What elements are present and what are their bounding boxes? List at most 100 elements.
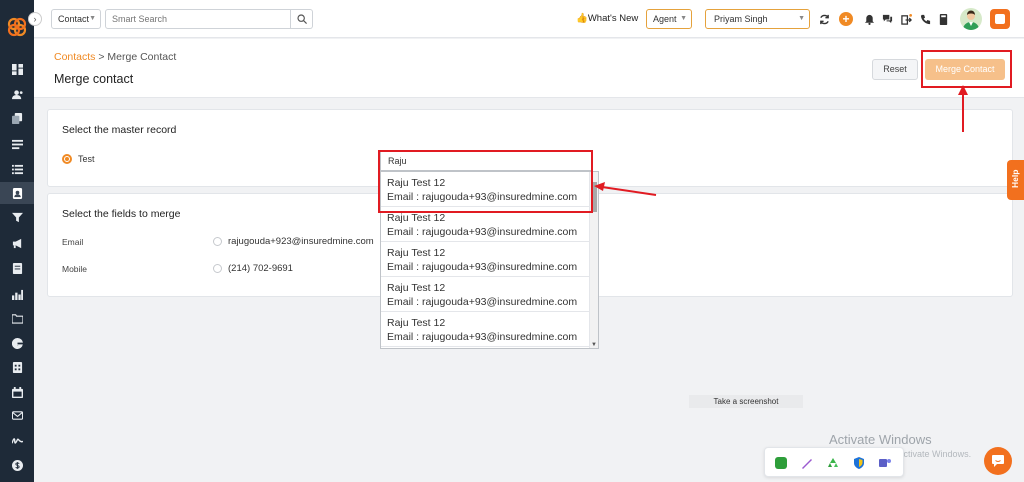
chevron-down-icon: ▼: [680, 15, 687, 22]
exit-icon: [900, 13, 912, 25]
chevron-right-icon: ›: [33, 14, 37, 24]
annotation-arrow-left: [594, 182, 657, 196]
field-radio-mobile[interactable]: [213, 264, 222, 273]
support-chat-button[interactable]: [984, 447, 1012, 475]
sidebar-item-spreadsheet[interactable]: [0, 356, 34, 378]
breadcrumb: Contacts > Merge Contact: [54, 51, 176, 63]
smart-search-input[interactable]: [105, 9, 291, 29]
user-select[interactable]: Priyam Singh ▼: [705, 9, 810, 29]
field-radio-email[interactable]: [213, 237, 222, 246]
user-avatar[interactable]: [960, 8, 982, 30]
sidebar-item-list[interactable]: [0, 133, 34, 155]
chat-bubble-icon: [992, 455, 1004, 467]
list-item-email: Email : rajugouda+93@insuredmine.com: [387, 331, 578, 343]
brand-app-icon[interactable]: [990, 9, 1010, 29]
chart-icon: [11, 289, 23, 300]
sidebar-item-folders[interactable]: [0, 307, 34, 329]
chat-icon: [882, 14, 892, 23]
field-label-email: Email: [62, 237, 84, 247]
role-select[interactable]: Agent ▼: [646, 9, 692, 29]
help-tab[interactable]: Help: [1007, 160, 1024, 200]
contact-card-icon: [12, 187, 22, 199]
sidebar-item-campaigns[interactable]: [0, 232, 34, 254]
sidebar-item-google[interactable]: [0, 332, 34, 354]
list-item[interactable]: Raju Test 12 Email : rajugouda+93@insure…: [381, 277, 590, 312]
sidebar-item-copy[interactable]: [0, 107, 34, 129]
reset-button[interactable]: Reset: [872, 59, 918, 80]
recycle-icon[interactable]: [827, 457, 839, 469]
thumbs-up-icon: 👍: [576, 13, 588, 24]
sidebar-item-mail[interactable]: [0, 404, 34, 426]
list-item-name: Raju Test 12: [387, 247, 446, 259]
list-item-email: Email : rajugouda+93@insuredmine.com: [387, 261, 578, 273]
checklist-icon: [11, 164, 23, 174]
mail-icon: [11, 410, 23, 420]
sidebar-item-contacts[interactable]: [0, 83, 34, 105]
spreadsheet-icon: [12, 361, 22, 373]
user-select-value: Priyam Singh: [714, 14, 768, 24]
phone-button[interactable]: [918, 12, 932, 26]
document-icon: [12, 262, 22, 274]
list-item[interactable]: Raju Test 12 Email : rajugouda+93@insure…: [381, 242, 590, 277]
shield-check-icon[interactable]: [775, 457, 787, 469]
chat-messages-button[interactable]: [880, 12, 894, 26]
sidebar-item-tasks[interactable]: [0, 158, 34, 180]
phone-icon: [920, 14, 930, 24]
annotation-arrow-up: [958, 85, 968, 132]
search-button[interactable]: [291, 9, 313, 29]
list-item[interactable]: Raju Test 12 Email : rajugouda+93@insure…: [381, 312, 590, 347]
field-label-mobile: Mobile: [62, 264, 88, 274]
sidebar-toggle-button[interactable]: ›: [28, 12, 42, 26]
list-item-name: Raju Test 12: [387, 212, 446, 224]
avatar-icon: [963, 10, 979, 30]
sidebar-item-signature[interactable]: [0, 429, 34, 451]
sidebar: [0, 0, 34, 482]
list-item-email: Email : rajugouda+93@insuredmine.com: [387, 296, 578, 308]
activate-windows-title: Activate Windows: [829, 432, 932, 447]
refresh-icon: [819, 14, 829, 24]
calculator-button[interactable]: [936, 12, 950, 26]
signature-icon: [11, 437, 23, 444]
add-button[interactable]: +: [839, 12, 853, 26]
filter-icon: [11, 212, 23, 222]
sidebar-item-dashboard[interactable]: [0, 58, 34, 80]
master-record-option-label: Test: [78, 154, 95, 164]
master-record-radio[interactable]: [62, 154, 72, 164]
megaphone-icon: [12, 238, 21, 248]
notifications-button[interactable]: [862, 12, 876, 26]
entity-select-value: Contact: [58, 14, 90, 24]
pen-icon[interactable]: [801, 457, 813, 469]
folder-icon: [11, 313, 23, 324]
teams-icon[interactable]: [879, 457, 891, 469]
screenshot-tooltip: Take a screenshot: [689, 395, 803, 408]
sidebar-item-filter[interactable]: [0, 206, 34, 228]
top-bar: Contact ▼ 👍What's New Agent ▼ Priyam Sin…: [34, 0, 1024, 38]
entity-select[interactable]: Contact ▼: [51, 9, 101, 29]
app-logo-icon[interactable]: [6, 16, 28, 38]
google-icon: [11, 337, 23, 349]
whats-new-link[interactable]: 👍What's New: [576, 13, 638, 24]
bell-icon: [864, 14, 874, 25]
breadcrumb-separator: >: [95, 51, 108, 63]
refresh-button[interactable]: [817, 12, 831, 26]
breadcrumb-contacts-link[interactable]: Contacts: [54, 51, 95, 63]
sidebar-item-reports[interactable]: [0, 283, 34, 305]
list-item-name: Raju Test 12: [387, 317, 446, 329]
breadcrumb-current: Merge Contact: [107, 51, 177, 63]
sidebar-item-contact-card[interactable]: [0, 182, 34, 204]
merge-contact-button[interactable]: Merge Contact: [925, 59, 1005, 80]
dashboard-icon: [11, 63, 23, 75]
field-value-email: rajugouda+923@insuredmine.com: [228, 236, 374, 247]
sidebar-item-billing[interactable]: [0, 454, 34, 476]
help-label: Help: [1010, 169, 1020, 188]
chevron-down-icon: ▼: [89, 15, 96, 22]
list-item-name: Raju Test 12: [387, 282, 446, 294]
sidebar-item-calendar[interactable]: [0, 381, 34, 403]
sidebar-item-documents[interactable]: [0, 257, 34, 279]
merge-fields-title: Select the fields to merge: [62, 208, 181, 220]
logout-button[interactable]: [899, 12, 913, 26]
security-shield-icon[interactable]: [853, 457, 865, 469]
calendar-icon: [11, 386, 23, 398]
plus-icon: +: [842, 12, 850, 26]
scroll-down-icon[interactable]: ▼: [591, 342, 597, 348]
